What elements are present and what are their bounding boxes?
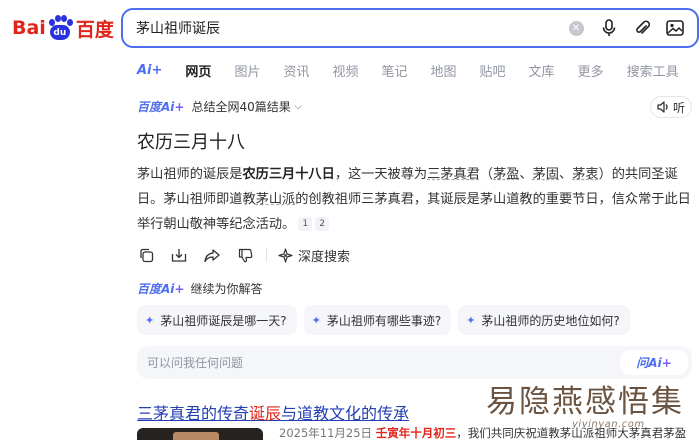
attachment-icon[interactable] [631, 17, 653, 39]
tab-tieba[interactable]: 贴吧 [480, 61, 506, 80]
entity-link[interactable]: 茅固 [533, 167, 559, 182]
tab-web[interactable]: 网页 [185, 61, 211, 80]
clear-icon[interactable]: ✕ [565, 17, 587, 39]
summary-source-count: 总结全网40篇结果 [191, 100, 291, 114]
ask-ai-input[interactable]: 可以问我任何问题 问 Ai + [137, 346, 692, 379]
deep-search-button[interactable]: 深度搜索 [278, 246, 350, 265]
answer-actions: 深度搜索 [137, 244, 350, 266]
tab-images[interactable]: 图片 [234, 61, 260, 80]
copy-icon[interactable] [137, 246, 155, 264]
search-box[interactable]: 茅山祖师诞辰 ✕ [121, 8, 699, 48]
citation-1[interactable]: 1 [298, 217, 313, 231]
tab-videos[interactable]: 视频 [332, 61, 358, 80]
suggested-question-chip[interactable]: ✦ 茅山祖师有哪些事迹? [303, 305, 452, 335]
follow-up-header: 百度Ai+ 继续为你解答 [137, 280, 263, 297]
entity-link[interactable]: 茅山派 [256, 192, 296, 207]
tab-more[interactable]: 更多 [578, 61, 604, 80]
image-search-icon[interactable] [664, 17, 686, 39]
ask-placeholder: 可以问我任何问题 [147, 356, 244, 370]
search-input[interactable]: 茅山祖师诞辰 [136, 18, 565, 38]
save-icon[interactable] [170, 246, 188, 264]
paw-icon: du [47, 15, 73, 41]
follow-up-title: 继续为你解答 [190, 282, 263, 296]
speaker-icon [657, 101, 668, 113]
watermark-text: 易隐燕感悟集 [486, 384, 684, 420]
microphone-icon[interactable] [598, 17, 620, 39]
sparkle-icon: ✦ [145, 313, 155, 327]
deep-search-icon [278, 247, 293, 263]
tab-ai[interactable]: Ai+ [137, 63, 162, 78]
tab-notes[interactable]: 笔记 [381, 61, 407, 80]
logo-text-cn: 百度 [75, 18, 114, 41]
answer-title: 农历三月十八 [137, 132, 245, 153]
sparkle-icon: ✦ [466, 313, 476, 327]
share-icon[interactable] [203, 246, 221, 264]
logo-text-du: du [49, 25, 70, 40]
watermark-url: yiyinyan.com [572, 419, 645, 430]
ask-ai-button[interactable]: 问 Ai + [620, 350, 688, 375]
suggested-questions: ✦ 茅山祖师诞辰是哪一天? ✦ 茅山祖师有哪些事迹? ✦ 茅山祖师的历史地位如何? [137, 305, 630, 335]
thumbs-down-icon[interactable] [236, 246, 254, 264]
baidu-ai-brand: 百度Ai+ [137, 282, 185, 296]
tab-maps[interactable]: 地图 [431, 61, 457, 80]
baidu-ai-brand: 百度Ai+ [137, 100, 185, 114]
ai-summary-header[interactable]: 百度Ai+ 总结全网40篇结果 ⌵ [137, 98, 302, 115]
result-thumbnail[interactable] [137, 428, 263, 440]
suggested-question-chip[interactable]: ✦ 茅山祖师诞辰是哪一天? [137, 305, 297, 335]
entity-link[interactable]: 茅盈 [493, 167, 519, 182]
result-lunar-date: 壬寅年十月初三 [375, 426, 457, 440]
chevron-down-icon[interactable]: ⌵ [295, 102, 302, 112]
tab-wenku[interactable]: 文库 [529, 61, 555, 80]
answer-paragraph: 茅山祖师的诞辰是农历三月十八日，这一天被尊为三茅真君（茅盈、茅固、茅衷）的共同圣… [137, 167, 691, 232]
baidu-logo[interactable]: Bai du 百度 [12, 13, 114, 43]
search-tabs: Ai+ 网页 图片 资讯 视频 笔记 地图 贴吧 文库 更多 搜索工具 [137, 60, 700, 80]
logo-text-bai: Bai [12, 17, 46, 39]
deep-search-label: 深度搜索 [298, 249, 351, 265]
result-title-link[interactable]: 三茅真君的传奇诞辰与道教文化的传承 [137, 400, 409, 424]
listen-label: 听 [672, 100, 685, 115]
tab-search-tools[interactable]: 搜索工具 [627, 61, 679, 80]
entity-link[interactable]: 茅衷 [572, 167, 598, 182]
result-date: 2025年11月25日 [279, 426, 373, 440]
suggested-question-chip[interactable]: ✦ 茅山祖师的历史地位如何? [458, 305, 630, 335]
entity-link[interactable]: 三茅真君 [427, 167, 480, 182]
tab-news[interactable]: 资讯 [283, 61, 309, 80]
sparkle-icon: ✦ [311, 313, 321, 327]
listen-button[interactable]: 听 [650, 96, 692, 118]
action-divider [266, 248, 267, 262]
citation-2[interactable]: 2 [315, 217, 330, 231]
